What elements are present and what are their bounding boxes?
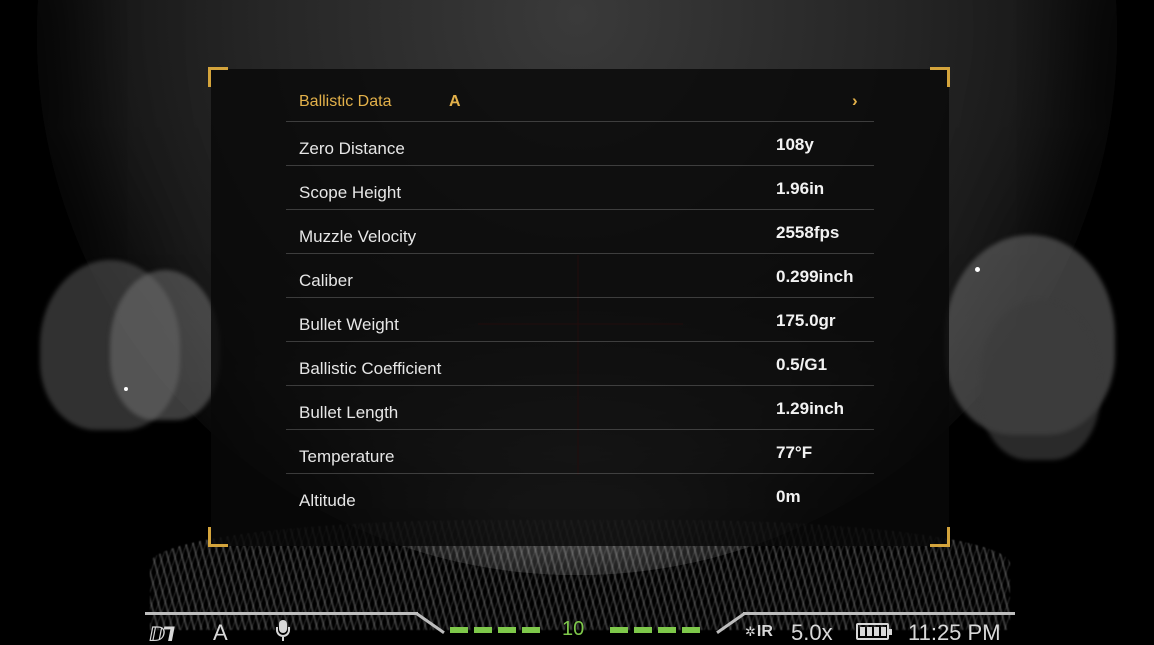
setting-row[interactable]: Caliber 0.299inch <box>286 254 874 298</box>
menu-header[interactable]: Ballistic Data A › <box>286 80 874 122</box>
status-divider-right <box>743 612 1015 615</box>
setting-value: 0.299inch <box>776 267 854 286</box>
clock-time: 11:25 PM <box>908 620 1001 645</box>
setting-label: Temperature <box>299 447 395 466</box>
setting-value: 1.29inch <box>776 399 845 418</box>
zoom-level: 5.0x <box>791 620 833 645</box>
menu-title: Ballistic Data <box>299 93 392 110</box>
range-value: 10 <box>562 618 585 640</box>
setting-row[interactable]: Temperature 77°F <box>286 430 874 474</box>
setting-label: Muzzle Velocity <box>299 227 417 246</box>
panel-corner-bottom-right <box>930 527 950 547</box>
ballistic-data-menu: Ballistic Data A › Zero Distance 108y Scop… <box>286 80 874 518</box>
panel-corner-bottom-left <box>208 527 228 547</box>
microphone-icon <box>275 620 291 642</box>
setting-label: Bullet Length <box>299 403 399 422</box>
setting-row[interactable]: Bullet Length 1.29inch <box>286 386 874 430</box>
profile-selector[interactable]: A <box>449 93 461 111</box>
chevron-right-icon[interactable]: › <box>852 91 858 111</box>
status-bar: ⅅ⅂ A 10 ✲IR 5.0x 11:25 PM <box>145 612 1015 645</box>
setting-value: 2558fps <box>776 223 840 242</box>
setting-row[interactable]: Muzzle Velocity 2558fps <box>286 210 874 254</box>
setting-row[interactable]: Altitude 0m <box>286 474 874 518</box>
battery-full-icon <box>856 623 892 640</box>
panel-corner-top-right <box>930 67 950 87</box>
animal-eye-glint <box>975 267 980 272</box>
ir-icon: ✲ <box>745 624 756 639</box>
brand-logo: ⅅ⅂ <box>149 624 175 645</box>
setting-value: 108y <box>776 135 814 154</box>
setting-row[interactable]: Zero Distance 108y <box>286 122 874 166</box>
setting-value: 0.5/G1 <box>776 355 828 374</box>
ir-label: IR <box>756 623 773 640</box>
setting-label: Caliber <box>299 271 353 290</box>
setting-value: 0m <box>776 487 801 506</box>
setting-row[interactable]: Scope Height 1.96in <box>286 166 874 210</box>
animal-silhouette <box>110 270 220 420</box>
setting-row[interactable]: Bullet Weight 175.0gr <box>286 298 874 342</box>
setting-value: 175.0gr <box>776 311 836 330</box>
mode-indicator: A <box>213 620 228 645</box>
status-divider-slant-left <box>415 612 445 634</box>
setting-row[interactable]: Ballistic Coefficient 0.5/G1 <box>286 342 874 386</box>
panel-corner-top-left <box>208 67 228 87</box>
setting-label: Ballistic Coefficient <box>299 359 442 378</box>
animal-silhouette <box>980 300 1100 460</box>
setting-value: 77°F <box>776 443 813 462</box>
setting-value: 1.96in <box>776 179 825 198</box>
setting-label: Scope Height <box>299 183 402 202</box>
status-divider-left <box>145 612 418 615</box>
animal-eye-glint <box>124 387 128 391</box>
status-divider-slant-right <box>716 612 746 634</box>
range-indicator: 10 <box>450 618 712 640</box>
setting-label: Bullet Weight <box>299 315 399 334</box>
setting-label: Altitude <box>299 491 356 510</box>
ir-indicator: ✲IR <box>745 623 773 641</box>
setting-label: Zero Distance <box>299 139 405 158</box>
